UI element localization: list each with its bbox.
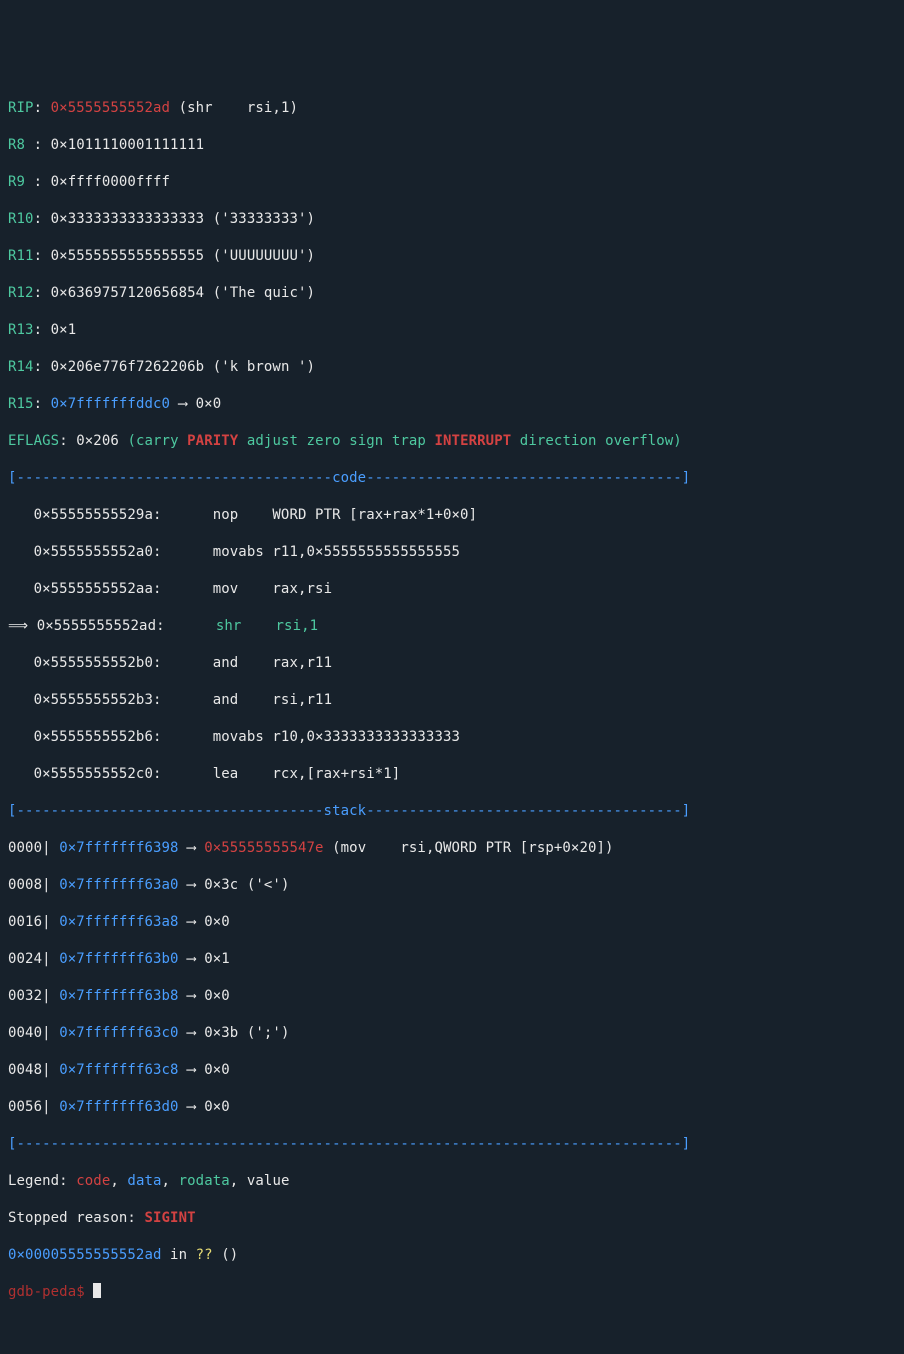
reg-label: R13 — [8, 322, 34, 338]
code-line-current: ⟹ 0×5555555552ad: shr rsi,1 — [8, 617, 896, 636]
stack-header: [------------------------------------sta… — [8, 802, 896, 821]
reg-rip: RIP: 0×5555555552ad (shr rsi,1) — [8, 99, 896, 118]
reg-label: R12 — [8, 285, 34, 301]
code-line: 0×5555555552aa: mov rax,rsi — [8, 580, 896, 599]
code-line: 0×5555555552b6: movabs r10,0×33333333333… — [8, 728, 896, 747]
stopped-line: Stopped reason: SIGINT — [8, 1209, 896, 1228]
reg-r9: R9 : 0×ffff0000ffff — [8, 173, 896, 192]
cursor — [93, 1283, 101, 1298]
reg-label: R8 — [8, 137, 34, 153]
reg-r12: R12: 0×6369757120656854 ('The quic') — [8, 284, 896, 303]
stack-line: 0040| 0×7fffffff63c0 ⟶ 0×3b (';') — [8, 1024, 896, 1043]
reg-label: R9 — [8, 174, 34, 190]
reg-r10: R10: 0×3333333333333333 ('33333333') — [8, 210, 896, 229]
prompt-line[interactable]: gdb-peda$ — [8, 1283, 896, 1302]
reg-label: R15 — [8, 396, 34, 412]
reg-label: R11 — [8, 248, 34, 264]
reg-label: RIP — [8, 100, 34, 116]
stack-line: 0016| 0×7fffffff63a8 ⟶ 0×0 — [8, 913, 896, 932]
code-line: 0×55555555529a: nop WORD PTR [rax+rax*1+… — [8, 506, 896, 525]
reg-r15: R15: 0×7fffffffddc0 ⟶ 0×0 — [8, 395, 896, 414]
code-line: 0×5555555552b0: and rax,r11 — [8, 654, 896, 673]
reg-r14: R14: 0×206e776f7262206b ('k brown ') — [8, 358, 896, 377]
stack-line: 0024| 0×7fffffff63b0 ⟶ 0×1 — [8, 950, 896, 969]
stack-line: 0008| 0×7fffffff63a0 ⟶ 0×3c ('<') — [8, 876, 896, 895]
reg-label: R10 — [8, 211, 34, 227]
terminal-output[interactable]: RIP: 0×5555555552ad (shr rsi,1) R8 : 0×1… — [8, 80, 896, 1320]
arrow-icon: ⟹ — [8, 618, 37, 634]
location-line: 0×00005555555552ad in ?? () — [8, 1246, 896, 1265]
reg-r13: R13: 0×1 — [8, 321, 896, 340]
stack-line: 0000| 0×7fffffff6398 ⟶ 0×55555555547e (m… — [8, 839, 896, 858]
stack-line: 0048| 0×7fffffff63c8 ⟶ 0×0 — [8, 1061, 896, 1080]
code-line: 0×5555555552b3: and rsi,r11 — [8, 691, 896, 710]
eflags-line: EFLAGS: 0×206 (carry PARITY adjust zero … — [8, 432, 896, 451]
divider: [---------------------------------------… — [8, 1135, 896, 1154]
reg-r11: R11: 0×5555555555555555 ('UUUUUUUU') — [8, 247, 896, 266]
code-header: [-------------------------------------co… — [8, 469, 896, 488]
code-line: 0×5555555552a0: movabs r11,0×55555555555… — [8, 543, 896, 562]
reg-label: R14 — [8, 359, 34, 375]
stack-line: 0032| 0×7fffffff63b8 ⟶ 0×0 — [8, 987, 896, 1006]
code-line: 0×5555555552c0: lea rcx,[rax+rsi*1] — [8, 765, 896, 784]
prompt: gdb-peda$ — [8, 1284, 93, 1300]
legend-line: Legend: code, data, rodata, value — [8, 1172, 896, 1191]
reg-r8: R8 : 0×1011110001111111 — [8, 136, 896, 155]
stack-line: 0056| 0×7fffffff63d0 ⟶ 0×0 — [8, 1098, 896, 1117]
